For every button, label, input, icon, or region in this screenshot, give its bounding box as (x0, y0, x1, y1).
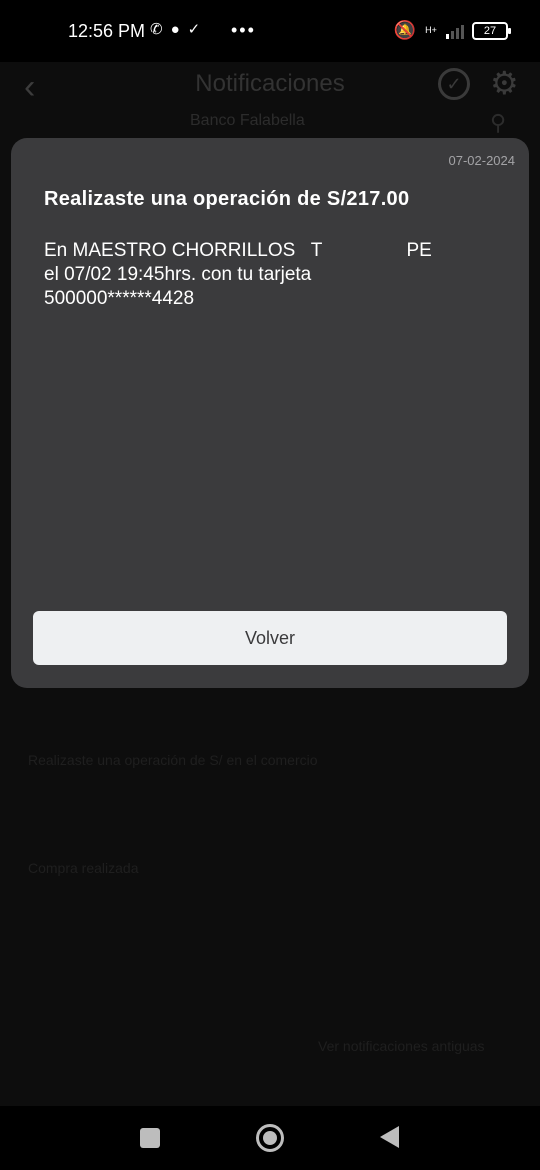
status-time: 12:56 PM (68, 21, 146, 41)
bank-filter-label[interactable]: Banco Falabella (190, 112, 305, 130)
dialog-message: En MAESTRO CHORRILLOS T PE el 07/02 19:4… (44, 239, 464, 311)
network-type: H+ (425, 25, 437, 35)
status-system-icons: 🔕 H+ 27 (393, 20, 511, 41)
message-line-merchant: En MAESTRO CHORRILLOS T PE (44, 240, 432, 261)
status-notification-icons: ✆ ● ✓ (150, 20, 200, 40)
notification-detail-dialog: 07-02-2024 Realizaste una operación de S… (11, 138, 529, 688)
home-icon[interactable] (256, 1124, 284, 1152)
whatsapp-icon: ✆ (150, 21, 163, 38)
list-item[interactable]: Compra realizada (28, 860, 139, 876)
system-nav-bar (0, 1106, 540, 1170)
battery-icon: 27 (472, 21, 511, 40)
message-line-card: 500000******4428 (44, 288, 195, 309)
recents-icon[interactable] (140, 1128, 160, 1148)
signal-icon (446, 23, 464, 39)
more-notifications-icon: ••• (231, 20, 256, 40)
list-item[interactable]: Realizaste una operación de S/ en el com… (28, 752, 318, 768)
message-line-datetime: el 07/02 19:45hrs. con tu tarjeta (44, 264, 312, 285)
app-header: ‹ Notificaciones ✓ ⚙ Banco Falabella ⚲ (0, 62, 540, 142)
gear-icon[interactable]: ⚙ (490, 64, 519, 102)
battery-level: 27 (483, 24, 497, 37)
chat-bubble-icon: ● (170, 21, 180, 38)
dialog-title: Realizaste una operación de S/217.00 (44, 188, 410, 210)
back-triangle-icon[interactable] (380, 1126, 399, 1148)
bell-off-icon: 🔕 (393, 20, 416, 40)
notification-date: 07-02-2024 (448, 153, 516, 168)
search-icon[interactable]: ⚲ (490, 110, 506, 136)
mark-all-read-icon[interactable]: ✓ (438, 68, 470, 100)
status-bar: 12:56 PM ✆ ● ✓ ••• 🔕 H+ 27 (0, 0, 540, 62)
volver-button[interactable]: Volver (33, 611, 507, 665)
download-check-icon: ✓ (187, 21, 201, 38)
older-notifications-link[interactable]: Ver notificaciones antiguas (318, 1038, 485, 1054)
